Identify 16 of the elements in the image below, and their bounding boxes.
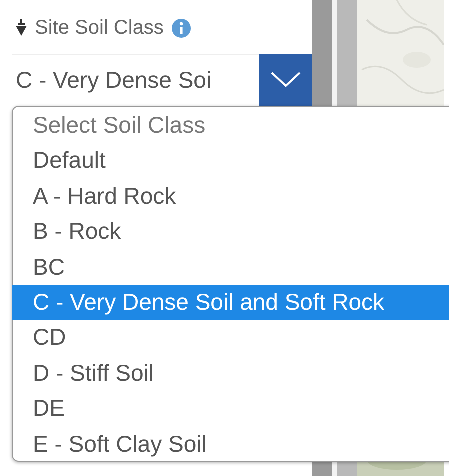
- dropdown-option[interactable]: C - Very Dense Soil and Soft Rock: [12, 284, 449, 320]
- plumb-bob-icon: [16, 19, 27, 37]
- soil-class-select[interactable]: C - Very Dense Soi: [12, 54, 312, 105]
- info-icon[interactable]: [172, 18, 191, 38]
- dropdown-button[interactable]: [259, 54, 312, 106]
- dropdown-option[interactable]: BC: [13, 250, 449, 285]
- field-label: Site Soil Class: [35, 16, 164, 40]
- dropdown-option[interactable]: CD: [13, 320, 449, 356]
- dropdown-option[interactable]: Select Soil Class: [13, 108, 449, 144]
- dropdown-option[interactable]: E - Soft Clay Soil: [13, 426, 449, 462]
- chevron-down-icon: [270, 72, 301, 88]
- dropdown-option[interactable]: A - Hard Rock: [13, 178, 449, 214]
- dropdown-option[interactable]: D - Stiff Soil: [13, 356, 449, 392]
- dropdown-option[interactable]: B - Rock: [13, 214, 449, 250]
- dropdown-option[interactable]: DE: [13, 391, 449, 427]
- dropdown-option[interactable]: Default: [13, 143, 449, 179]
